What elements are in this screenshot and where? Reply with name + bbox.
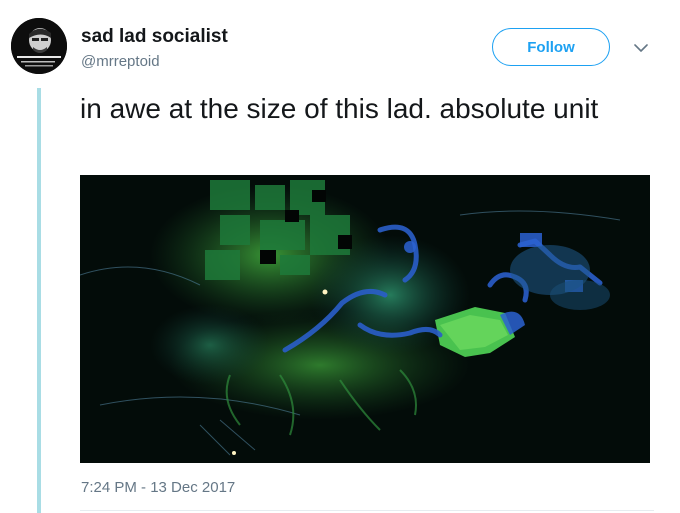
more-options-button[interactable] — [628, 38, 654, 58]
thread-line — [37, 88, 41, 513]
lidar-scan-image — [80, 175, 650, 463]
tweet-image[interactable] — [80, 175, 650, 463]
timestamp[interactable]: 7:24 PM - 13 Dec 2017 — [81, 479, 235, 496]
chevron-down-icon — [634, 43, 648, 52]
avatar-portrait-icon — [11, 18, 67, 74]
username[interactable]: @mrreptoid — [81, 53, 160, 70]
avatar[interactable] — [11, 18, 67, 74]
display-name[interactable]: sad lad socialist — [81, 26, 228, 48]
tweet-text: in awe at the size of this lad. absolute… — [80, 93, 599, 124]
follow-button[interactable]: Follow — [492, 28, 610, 66]
divider — [80, 510, 654, 511]
